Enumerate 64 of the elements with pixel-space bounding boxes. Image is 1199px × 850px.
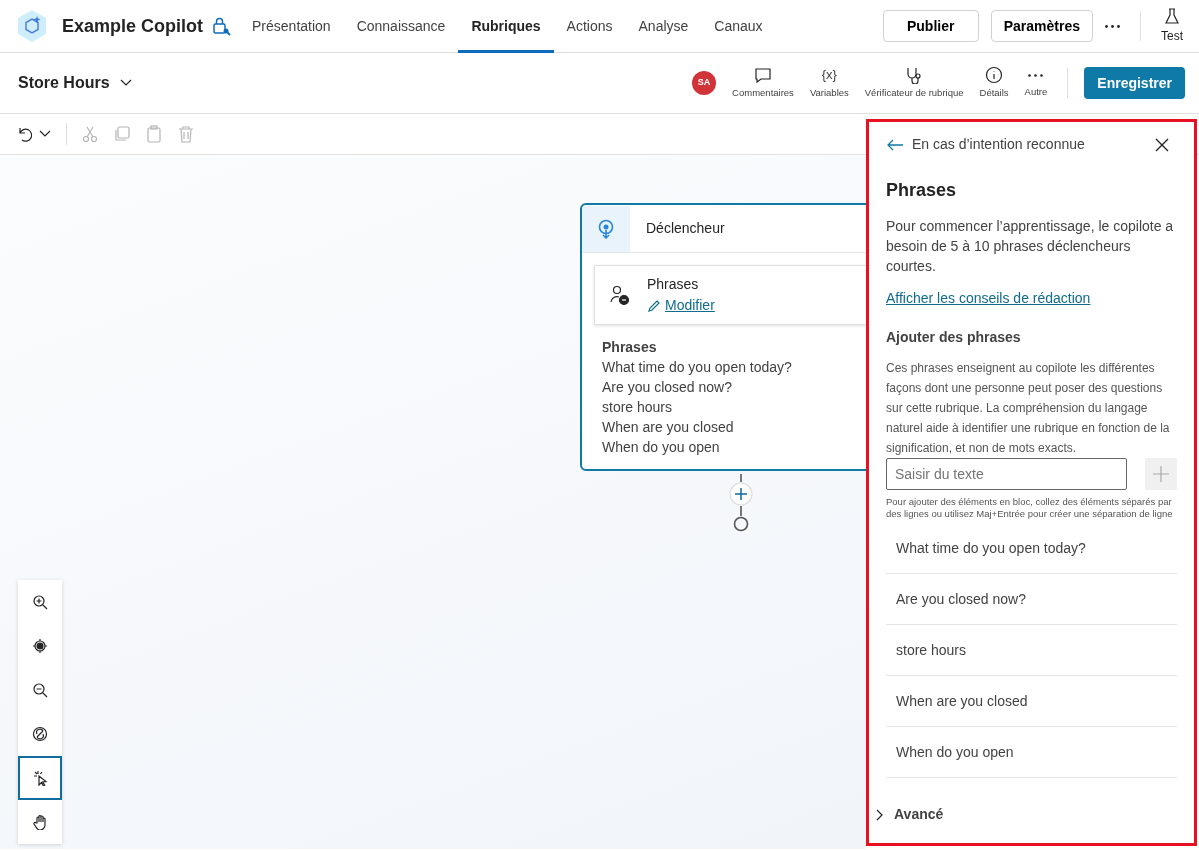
zoom-in-icon xyxy=(32,594,48,610)
nav-tab[interactable]: Analyse xyxy=(625,0,702,53)
help-text: Ces phrases enseignent au copilote les différentes façons dont une personne peut poser des questions sur cette rubrique. La compréhension du langage naturel aide à identifier une rubrique en fonction de la signification, et non de mots exacts. xyxy=(886,360,1171,457)
input-hint: Pour ajouter des éléments en bloc, collez des éléments séparés par des lignes ou utilisez Maj+Entrée pour créer une séparation de ligne xyxy=(886,496,1174,520)
phrase-item: store hours xyxy=(896,640,967,660)
advanced-toggle[interactable]: Avancé xyxy=(874,804,944,825)
info-icon xyxy=(984,65,1005,84)
panel-breadcrumb: En cas d’intention reconnue xyxy=(912,135,1085,154)
panel-title: Phrases xyxy=(886,179,958,202)
toolbar-button[interactable]: Détails xyxy=(975,65,1013,101)
phrase-text: store hours xyxy=(602,398,674,417)
nav-tab[interactable]: Présentation xyxy=(239,0,344,53)
nav-tab[interactable]: Actions xyxy=(553,0,626,53)
end-node-icon xyxy=(733,516,749,532)
person-chat-icon xyxy=(609,284,631,306)
target-icon xyxy=(32,638,48,654)
phrase-item: When are you closed xyxy=(896,691,1028,711)
nav-tab[interactable]: Connaissance xyxy=(343,0,459,53)
toolbar-button[interactable]: Autre xyxy=(1020,66,1052,100)
topic-title: Store Hours xyxy=(18,73,110,93)
zoom-out-icon xyxy=(32,682,48,698)
phrase-input[interactable]: Saisir du texte xyxy=(886,458,1127,490)
save-button[interactable]: Enregistrer xyxy=(1084,67,1185,99)
phrase-text: When do you open xyxy=(602,438,721,457)
user-avatar: SA xyxy=(692,71,717,95)
publish-button[interactable]: Publier xyxy=(882,10,979,42)
add-node-icon[interactable] xyxy=(729,482,753,506)
section-title: Ajouter des phrases xyxy=(886,328,1022,347)
settings-button[interactable]: Paramètres xyxy=(990,10,1093,42)
toolbar-button[interactable]: Vérificateur de rubrique xyxy=(860,65,968,101)
app-name: Example Copilot xyxy=(62,14,204,38)
test-button[interactable]: Test xyxy=(1157,7,1187,45)
close-icon[interactable] xyxy=(1155,137,1169,152)
phrase-item: Are you closed now? xyxy=(896,589,1026,609)
phrase-text: Are you closed now? xyxy=(602,378,733,397)
phrases-heading: Phrases xyxy=(602,338,658,357)
nav-tab[interactable]: Rubriques xyxy=(458,0,554,53)
plus-icon xyxy=(1152,465,1170,483)
canvas-tool-button[interactable] xyxy=(18,756,62,800)
minimap-icon xyxy=(32,726,48,742)
node-title: Déclencheur xyxy=(646,219,725,238)
undo-icon[interactable] xyxy=(16,125,32,143)
flask-icon xyxy=(1164,7,1180,25)
phrase-item: What time do you open today? xyxy=(896,538,1086,558)
phrase-text: What time do you open today? xyxy=(602,358,793,377)
more-icon xyxy=(1028,73,1044,77)
toolbar-button[interactable]: {x} Variables xyxy=(805,65,853,101)
phrase-item: When do you open xyxy=(896,742,1014,762)
tips-link[interactable]: Afficher les conseils de rédaction xyxy=(886,288,1091,309)
comment-icon xyxy=(753,65,773,84)
card-title: Phrases xyxy=(647,275,700,294)
nav-tab[interactable]: Canaux xyxy=(701,0,776,53)
toolbar-button[interactable]: Commentaires xyxy=(728,65,798,101)
back-arrow-icon[interactable] xyxy=(886,137,904,152)
edit-link[interactable]: Modifier xyxy=(647,295,715,316)
panel-description: Pour commencer l’apprentissage, le copilote a besoin de 5 à 10 phrases déclencheurs courtes. xyxy=(886,217,1175,276)
trigger-icon xyxy=(597,218,615,239)
phrase-text: When are you closed xyxy=(602,418,735,437)
more-icon[interactable] xyxy=(1105,24,1120,28)
hand-icon xyxy=(32,814,48,830)
lock-key-icon[interactable] xyxy=(211,16,232,36)
pencil-icon xyxy=(647,298,661,313)
pointer-icon xyxy=(32,770,48,786)
variables-icon: {x} xyxy=(821,65,837,84)
